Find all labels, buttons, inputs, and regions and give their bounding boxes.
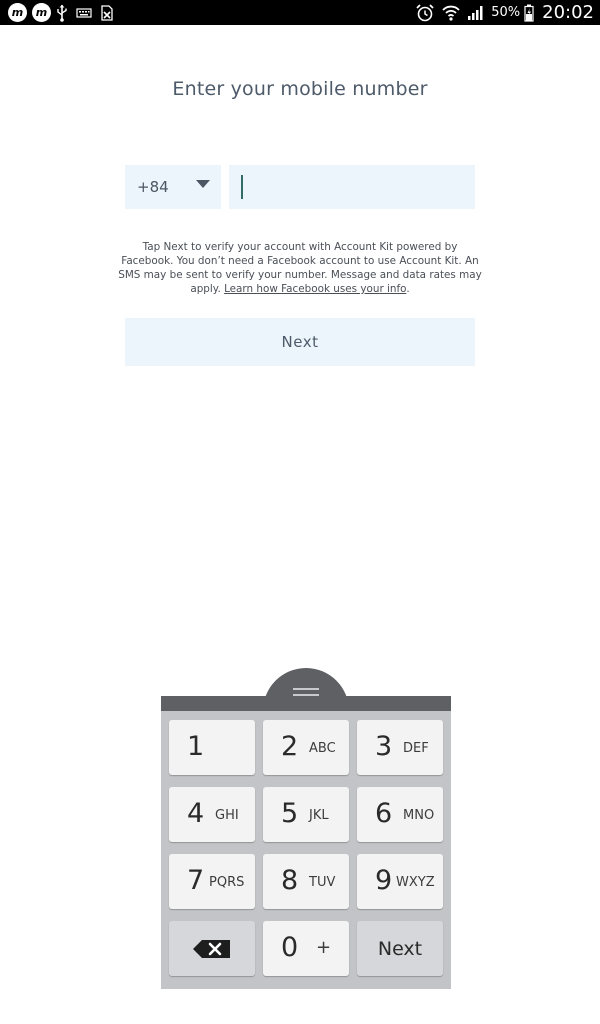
status-bar-left: m m (8, 2, 122, 23)
messenger-icon: m (8, 3, 27, 22)
alarm-icon (415, 3, 435, 22)
status-bar: m m 50% 20:02 (0, 0, 600, 25)
chevron-down-icon (196, 180, 210, 188)
key-letters: JKL (309, 808, 329, 823)
battery-percent: 50% (491, 5, 521, 20)
key-letters: TUV (309, 875, 336, 890)
usb-icon (56, 3, 68, 22)
key-8[interactable]: 8 TUV (263, 854, 349, 909)
key-digit: 5 (281, 798, 299, 829)
key-1[interactable]: 1 (169, 720, 255, 775)
key-letters: GHI (215, 808, 239, 823)
key-digit: 9 (375, 865, 393, 896)
key-5[interactable]: 5 JKL (263, 787, 349, 842)
key-plus-symbol: + (316, 937, 332, 958)
drag-handle-icon (293, 688, 319, 696)
keypad-next-key[interactable]: Next (357, 921, 443, 976)
backspace-key[interactable] (169, 921, 255, 976)
signal-icon (467, 3, 485, 22)
key-2[interactable]: 2 ABC (263, 720, 349, 775)
backspace-icon (192, 939, 232, 963)
key-letters: MNO (403, 808, 435, 823)
key-digit: 1 (187, 731, 205, 762)
numeric-keypad: 1 2 ABC 3 DEF 4 GHI 5 JKL 6 MNO 7 PQRS 8… (161, 696, 451, 989)
messenger-icon: m (32, 3, 51, 22)
key-digit: 4 (187, 798, 205, 829)
keypad-top-bar (161, 696, 451, 711)
status-bar-right: 50% 20:02 (415, 0, 594, 25)
clock: 20:02 (542, 2, 594, 23)
phone-number-field (229, 165, 475, 209)
disclaimer-end: . (406, 283, 410, 295)
download-icon (100, 3, 114, 22)
wifi-icon (441, 3, 461, 22)
key-0[interactable]: 0 + (263, 921, 349, 976)
disclaimer-text: Tap Next to verify your account with Acc… (115, 240, 485, 296)
key-7[interactable]: 7 PQRS (169, 854, 255, 909)
key-digit: 2 (281, 731, 299, 762)
key-digit: 6 (375, 798, 393, 829)
key-4[interactable]: 4 GHI (169, 787, 255, 842)
key-letters: PQRS (209, 875, 245, 890)
key-letters: DEF (403, 741, 429, 756)
key-digit: 3 (375, 731, 393, 762)
key-letters: WXYZ (396, 875, 435, 890)
keypad-next-label: Next (377, 938, 423, 960)
country-code-value: +84 (137, 178, 169, 196)
key-digit: 8 (281, 865, 299, 896)
next-button[interactable]: Next (125, 318, 475, 366)
text-cursor (241, 175, 243, 199)
phone-number-input[interactable] (229, 165, 475, 209)
page-title: Enter your mobile number (172, 78, 428, 100)
key-digit: 0 (281, 932, 299, 963)
keyboard-icon (76, 3, 92, 22)
key-digit: 7 (187, 865, 205, 896)
key-3[interactable]: 3 DEF (357, 720, 443, 775)
battery-icon (524, 3, 534, 22)
key-letters: ABC (309, 741, 336, 756)
key-9[interactable]: 9 WXYZ (357, 854, 443, 909)
country-code-dropdown[interactable]: +84 (125, 165, 221, 209)
learn-more-link[interactable]: Learn how Facebook uses your info (224, 283, 406, 295)
key-6[interactable]: 6 MNO (357, 787, 443, 842)
